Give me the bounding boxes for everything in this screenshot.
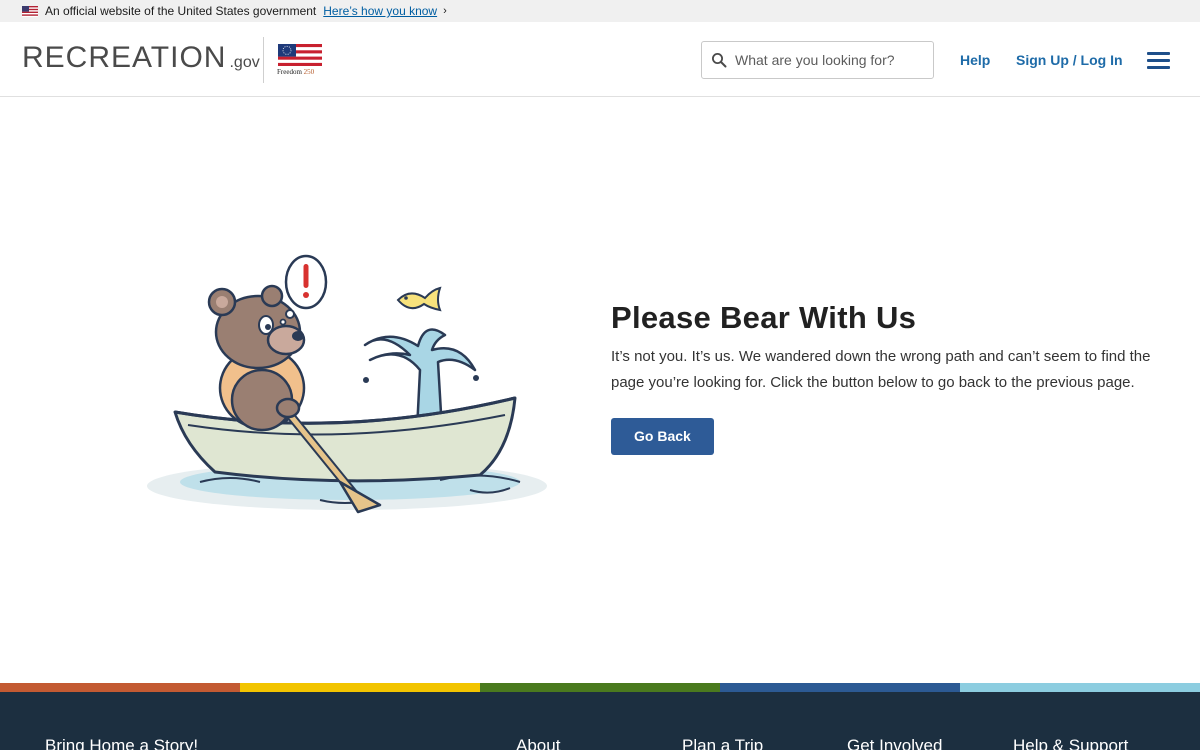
- help-link[interactable]: Help: [960, 52, 990, 68]
- go-back-button[interactable]: Go Back: [611, 418, 714, 455]
- freedom-250-text: Freedom 250: [277, 68, 315, 76]
- hamburger-menu-icon[interactable]: [1147, 52, 1171, 70]
- color-bar-segment: [240, 683, 480, 692]
- freedom-250-logo[interactable]: Freedom 250: [277, 43, 323, 77]
- color-bar-segment: [720, 683, 960, 692]
- recreation-gov-logo[interactable]: RECREATION .gov: [22, 41, 260, 75]
- footer-heading-get-involved: Get Involved: [847, 736, 943, 750]
- freedom-flag-icon: [278, 44, 322, 66]
- color-bar-segment: [960, 683, 1200, 692]
- color-bar-segment: [0, 683, 240, 692]
- logo-divider: [263, 37, 264, 83]
- sign-up-log-in-link[interactable]: Sign Up / Log In: [1016, 52, 1123, 68]
- gov-banner: An official website of the United States…: [0, 0, 1200, 22]
- us-flag-icon: [22, 5, 38, 17]
- page-title: Please Bear With Us: [611, 300, 917, 335]
- footer-color-bar: [0, 683, 1200, 692]
- search-icon: [712, 53, 727, 68]
- color-bar-segment: [480, 683, 720, 692]
- search-input[interactable]: [735, 52, 915, 68]
- chevron-right-icon[interactable]: ›: [443, 5, 447, 17]
- footer-heading-help-support: Help & Support: [1013, 736, 1129, 750]
- logo-wordmark: RECREATION: [22, 41, 227, 74]
- bear-in-boat-illustration: [147, 254, 547, 514]
- logo-gov-suffix: .gov: [229, 54, 260, 71]
- heres-how-you-know-link[interactable]: Here’s how you know: [323, 4, 437, 18]
- site-header: RECREATION .gov Freedom 250 Help Sign Up…: [0, 22, 1200, 97]
- footer-heading-about: About: [516, 736, 561, 750]
- error-message: It’s not you. It’s us. We wandered down …: [611, 348, 1151, 391]
- search-box[interactable]: [701, 41, 934, 79]
- footer-heading-plan-a-trip: Plan a Trip: [682, 736, 764, 750]
- error-content: Please Bear With Us It’s not you. It’s u…: [611, 298, 1151, 455]
- gov-banner-text: An official website of the United States…: [45, 4, 317, 18]
- footer-heading-bring-home-a-story: Bring Home a Story!: [45, 736, 199, 750]
- site-footer: Bring Home a Story! About Plan a Trip Ge…: [0, 692, 1200, 750]
